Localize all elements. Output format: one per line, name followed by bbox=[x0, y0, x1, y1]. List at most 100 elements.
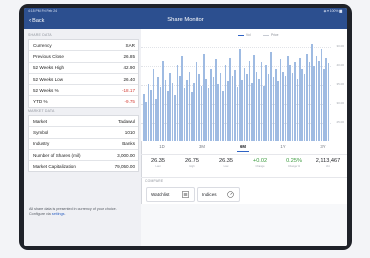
table-row: 52 Weeks Low 26.40 bbox=[29, 74, 138, 86]
row-value: SAR bbox=[125, 42, 135, 48]
watchlist-button[interactable]: Watchlist bbox=[146, 187, 195, 202]
row-label: Symbol bbox=[33, 130, 49, 136]
volume-bar bbox=[171, 82, 174, 141]
table-row: YTD % -9.75 bbox=[29, 96, 138, 106]
row-label: Previous Close bbox=[33, 54, 64, 60]
period-1y[interactable]: 1Y bbox=[268, 144, 298, 149]
note-text: All share data is presented in currency … bbox=[29, 207, 117, 216]
stat-value: 26.35 bbox=[219, 158, 233, 164]
stat-value: +0.02 bbox=[252, 158, 268, 164]
stat-change-percent: 0.25% Change % bbox=[277, 158, 311, 168]
volume-bar bbox=[313, 66, 315, 141]
volume-bar bbox=[303, 74, 306, 141]
volume-bar bbox=[241, 80, 243, 141]
volume-bar bbox=[152, 68, 155, 141]
volume-bar bbox=[157, 77, 159, 141]
gauge-icon bbox=[227, 190, 234, 198]
row-value: 3,000.00 bbox=[117, 152, 135, 158]
volume-bar bbox=[210, 68, 212, 141]
volume-bar bbox=[159, 86, 162, 141]
volume-bar bbox=[236, 86, 239, 141]
volume-bar bbox=[191, 92, 193, 141]
row-value: 1010 bbox=[124, 130, 135, 136]
volume-bar bbox=[306, 53, 308, 141]
share-data-table: Currency SAR Previous Close 26.85 52 Weeks… bbox=[28, 39, 139, 108]
volume-bar bbox=[179, 75, 181, 141]
volume-bar bbox=[231, 75, 234, 141]
table-row: Market Capitalization 79,050.00 bbox=[29, 161, 138, 171]
volume-bar bbox=[287, 56, 289, 141]
stat-volume: 2,113,467 Vol. bbox=[311, 158, 345, 168]
volume-bar bbox=[176, 64, 179, 141]
period-1d[interactable]: 1D bbox=[147, 144, 177, 149]
stat-label: Low bbox=[223, 165, 229, 168]
volume-bar bbox=[253, 55, 255, 141]
volume-price-chart: Vol Price 30.00 40.00 35.00 30.00 25.00 bbox=[141, 29, 347, 141]
stat-value: 26.35 bbox=[151, 158, 165, 164]
quote-stats: 26.35 Last 26.75 High 26.35 Low +0.02 Change… bbox=[141, 154, 347, 178]
period-selector: 1D 3M 6M 1Y 3Y bbox=[141, 143, 347, 153]
period-6m[interactable]: 6M bbox=[228, 144, 258, 152]
volume-bar bbox=[183, 88, 186, 141]
row-label: Market Capitalization bbox=[33, 163, 76, 169]
volume-bar bbox=[272, 77, 275, 141]
row-label: Market bbox=[33, 118, 48, 124]
row-value: 26.85 bbox=[123, 54, 136, 60]
row-value: 42.90 bbox=[123, 65, 136, 71]
share-data-heading: SHARE DATA bbox=[28, 33, 52, 37]
settings-link[interactable]: settings bbox=[52, 212, 65, 216]
table-row: 52 Weeks High 42.90 bbox=[29, 63, 138, 74]
volume-bar bbox=[234, 70, 236, 141]
volume-bar bbox=[248, 60, 251, 141]
indices-button[interactable]: Indices bbox=[197, 187, 240, 202]
table-row: Currency SAR bbox=[29, 40, 138, 52]
volume-bar bbox=[212, 77, 215, 141]
stat-change: +0.02 Change bbox=[243, 158, 277, 168]
volume-bar bbox=[217, 84, 219, 141]
volume-bar bbox=[164, 80, 167, 141]
volume-bar bbox=[224, 64, 227, 141]
table-row: Number of Shares (mil) 3,000.00 bbox=[29, 150, 138, 162]
table-row: 52 Weeks % -18.17 bbox=[29, 85, 138, 97]
volume-bar bbox=[277, 81, 279, 141]
page-title: Share Monitor bbox=[167, 17, 204, 23]
row-value: 79,050.00 bbox=[114, 163, 135, 169]
table-row: Symbol 1010 bbox=[29, 127, 138, 139]
volume-bar bbox=[251, 82, 253, 141]
stat-label: High bbox=[189, 165, 195, 168]
volume-bar bbox=[205, 78, 207, 141]
volume-bar bbox=[147, 84, 150, 141]
volume-bar bbox=[198, 74, 200, 141]
volume-bar bbox=[174, 95, 176, 141]
volume-bar bbox=[291, 73, 294, 141]
volume-bar bbox=[311, 43, 313, 141]
row-label: 52 Weeks % bbox=[33, 87, 59, 93]
volume-bar bbox=[243, 67, 246, 141]
row-value: -9.75 bbox=[124, 99, 135, 105]
volume-bar bbox=[239, 49, 241, 141]
stat-label: Last bbox=[155, 165, 161, 168]
volume-bar bbox=[289, 64, 291, 141]
volume-bar bbox=[282, 71, 284, 141]
volume-bar bbox=[263, 85, 265, 141]
period-3y[interactable]: 3Y bbox=[308, 144, 338, 149]
table-row: Industry Banks bbox=[29, 139, 138, 150]
volume-bar bbox=[308, 61, 311, 141]
period-3m[interactable]: 3M bbox=[187, 144, 217, 149]
volume-bar bbox=[219, 73, 222, 141]
volume-bar bbox=[222, 91, 224, 141]
volume-bar bbox=[284, 75, 287, 141]
row-label: Number of Shares (mil) bbox=[33, 152, 81, 158]
row-label: YTD % bbox=[33, 99, 48, 105]
volume-bar bbox=[318, 60, 320, 141]
stat-high: 26.75 High bbox=[175, 158, 209, 168]
watchlist-label: Watchlist bbox=[151, 191, 170, 197]
volume-bar bbox=[186, 80, 188, 141]
stat-low: 26.35 Low bbox=[209, 158, 243, 168]
stat-label: Change % bbox=[287, 165, 301, 168]
stat-value: 26.75 bbox=[185, 158, 199, 164]
volume-bar bbox=[181, 56, 183, 141]
row-label: 52 Weeks High bbox=[33, 65, 65, 71]
volume-bar bbox=[260, 61, 263, 141]
volume-bar bbox=[270, 52, 272, 141]
